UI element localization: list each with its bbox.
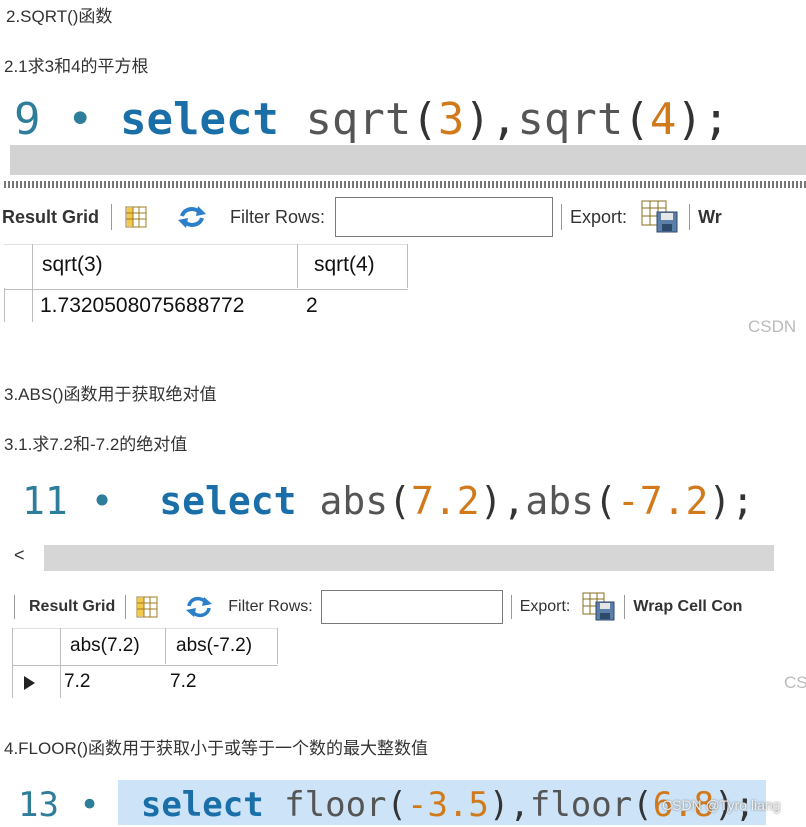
section-subheading-sqrt: 2.1求3和4的平方根 [4, 57, 149, 76]
column-header[interactable]: abs(7.2) [70, 635, 140, 657]
section-heading-sqrt: 2.SQRT()函数 [6, 7, 113, 26]
sql-function: floor [529, 785, 633, 825]
sql-function: abs [525, 479, 595, 523]
column-header[interactable]: sqrt(4) [314, 253, 375, 277]
section-heading-abs: 3.ABS()函数用于获取绝对值 [4, 385, 217, 404]
sql-number: 4 [649, 94, 677, 145]
sql-function: sqrt [305, 94, 412, 145]
sql-function: floor [284, 785, 387, 825]
scroll-left-icon[interactable]: < [14, 545, 32, 571]
filter-rows-input[interactable] [320, 590, 503, 624]
export-table-icon[interactable] [641, 200, 679, 234]
export-table-icon[interactable] [582, 592, 616, 622]
wrap-cell-content-toggle[interactable]: Wr [698, 207, 722, 228]
watermark: CSDN [748, 317, 797, 336]
sql-keyword: select [159, 479, 297, 523]
line-number: 11 [22, 479, 68, 523]
row-pointer-icon [24, 676, 35, 690]
grid-layout-icon[interactable] [124, 205, 148, 229]
sql-number: 3 [437, 94, 465, 145]
result-grid-sqrt: sqrt(3) sqrt(4) 1.7320508075688772 2 [4, 244, 408, 322]
result-grid-abs: abs(7.2) abs(-7.2) 7.2 7.2 [12, 628, 278, 698]
refresh-icon[interactable] [184, 595, 214, 619]
line-number: 9 [14, 94, 41, 145]
result-toolbar: Result Grid Filter Rows: Export: Wrap Ce… [14, 588, 806, 626]
horizontal-scrollbar[interactable] [44, 545, 774, 571]
sql-number: 7.2 [410, 479, 480, 523]
result-toolbar: Result Grid Filter Rows: Export: Wr [2, 196, 806, 238]
watermark: CS [784, 673, 806, 692]
column-header[interactable]: sqrt(3) [42, 253, 103, 277]
section-subheading-abs: 3.1.求7.2和-7.2的绝对值 [4, 435, 188, 454]
code-line-sqrt: 9 • select sqrt(3),sqrt(4); [14, 94, 730, 145]
grid-cell[interactable]: 2 [306, 294, 318, 318]
grid-cell[interactable]: 1.7320508075688772 [40, 294, 244, 318]
export-label: Export: [519, 598, 571, 615]
section-heading-floor: 4.FLOOR()函数用于获取小于或等于一个数的最大整数值 [4, 739, 429, 758]
filter-rows-label: Filter Rows: [230, 206, 326, 227]
result-grid-tab[interactable]: Result Grid [2, 207, 99, 228]
grid-layout-icon[interactable] [136, 596, 158, 618]
export-label: Export: [570, 206, 628, 227]
sql-function: abs [319, 479, 389, 523]
sql-keyword: select [140, 785, 264, 825]
line-number: 13 [18, 785, 59, 825]
refresh-icon[interactable] [176, 204, 208, 230]
code-line-floor: 13 • select floor(-3.5),floor(6.8); [18, 785, 756, 825]
sql-number: -3.5 [407, 785, 489, 825]
horizontal-scrollbar[interactable] [10, 145, 806, 175]
splitter-handle[interactable] [4, 181, 806, 188]
wrap-cell-content-toggle[interactable]: Wrap Cell Con [633, 598, 742, 616]
column-header[interactable]: abs(-7.2) [176, 635, 252, 657]
sql-number: -7.2 [616, 479, 709, 523]
code-line-abs: 11 • select abs(7.2),abs(-7.2); [22, 479, 755, 523]
grid-cell[interactable]: 7.2 [64, 671, 90, 693]
filter-rows-label: Filter Rows: [228, 598, 313, 615]
watermark: CSDN @Tyro liang [662, 797, 781, 813]
result-grid-tab[interactable]: Result Grid [29, 598, 115, 616]
grid-cell[interactable]: 7.2 [170, 671, 196, 693]
sql-function: sqrt [517, 94, 624, 145]
filter-rows-input[interactable] [335, 197, 554, 237]
sql-keyword: select [119, 94, 279, 145]
